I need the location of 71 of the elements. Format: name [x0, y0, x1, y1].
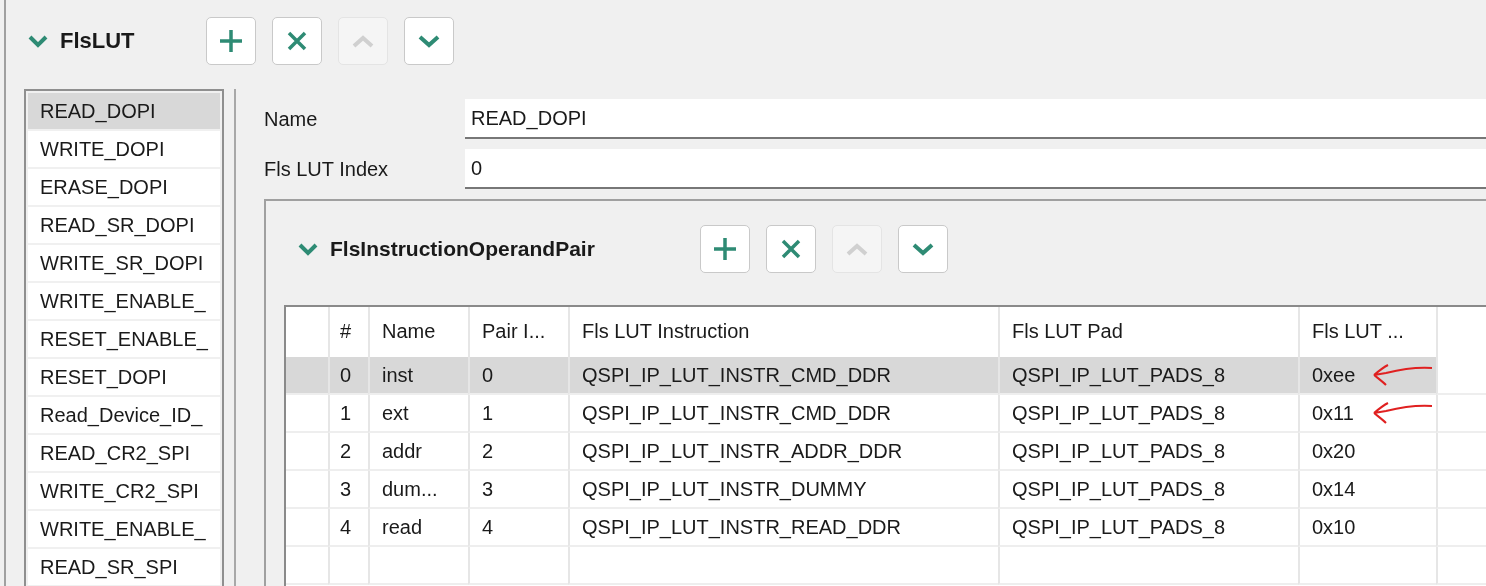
table-cell — [1436, 547, 1486, 585]
text-field[interactable]: 0 — [465, 149, 1486, 189]
table-cell: 4 — [328, 509, 368, 547]
chevron-down-icon — [912, 242, 934, 256]
chevron-up-icon — [352, 34, 374, 48]
table-cell: QSPI_IP_LUT_INSTR_ADDR_DDR — [568, 433, 998, 471]
close-icon — [781, 239, 801, 259]
table-cell: 4 — [468, 509, 568, 547]
list-item[interactable]: WRITE_ENABLE_ — [28, 511, 220, 547]
add-button[interactable] — [700, 225, 750, 273]
table-cell: 1 — [468, 395, 568, 433]
table-cell: QSPI_IP_LUT_INSTR_DUMMY — [568, 471, 998, 509]
table-cell: 2 — [328, 433, 368, 471]
table-cell: 0x11 — [1298, 395, 1436, 433]
remove-button[interactable] — [766, 225, 816, 273]
list-item[interactable]: WRITE_ENABLE_ — [28, 283, 220, 319]
table-cell: QSPI_IP_LUT_INSTR_CMD_DDR — [568, 357, 998, 395]
table-cell: QSPI_IP_LUT_PADS_8 — [998, 471, 1298, 509]
table-cell: addr — [368, 433, 468, 471]
list-item[interactable]: RESET_ENABLE_ — [28, 321, 220, 357]
table-cell: 0x14 — [1298, 471, 1436, 509]
table-cell: 2 — [468, 433, 568, 471]
table-cell: QSPI_IP_LUT_PADS_8 — [998, 395, 1298, 433]
list-item[interactable]: READ_SR_DOPI — [28, 207, 220, 243]
list-item[interactable]: READ_DOPI — [28, 93, 220, 129]
table-cell: QSPI_IP_LUT_INSTR_CMD_DDR — [568, 395, 998, 433]
table-cell: 3 — [328, 471, 368, 509]
field-label: Name — [264, 107, 319, 131]
table-cell — [1436, 471, 1486, 509]
table-cell: ext — [368, 395, 468, 433]
field-label: Fls LUT Index — [264, 157, 390, 181]
list-item[interactable]: RESET_DOPI — [28, 359, 220, 395]
down-button[interactable] — [898, 225, 948, 273]
list-item[interactable]: WRITE_SR_DOPI — [28, 245, 220, 281]
add-button[interactable] — [206, 17, 256, 65]
list-item[interactable]: ERASE_DOPI — [28, 169, 220, 205]
remove-button[interactable] — [272, 17, 322, 65]
close-icon — [287, 31, 307, 51]
table-cell: 0x10 — [1298, 509, 1436, 547]
chevron-up-icon — [846, 242, 868, 256]
chevron-down-icon[interactable] — [298, 242, 318, 256]
list-item[interactable]: WRITE_DOPI — [28, 131, 220, 167]
table-cell — [328, 547, 368, 585]
table-cell — [1436, 433, 1486, 471]
add-icon — [713, 237, 737, 261]
table-cell: 0 — [328, 357, 368, 395]
down-button[interactable] — [404, 17, 454, 65]
table-cell: 0x20 — [1298, 433, 1436, 471]
table-cell: 0 — [468, 357, 568, 395]
table-cell: QSPI_IP_LUT_PADS_8 — [998, 357, 1298, 395]
section-title: FlsLUT — [60, 28, 136, 54]
section-title: FlsInstructionOperandPair — [330, 237, 596, 261]
chevron-down-icon — [418, 34, 440, 48]
text-field[interactable]: READ_DOPI — [465, 99, 1486, 139]
table-cell: inst — [368, 357, 468, 395]
table-cell: QSPI_IP_LUT_PADS_8 — [998, 433, 1298, 471]
table-cell: 1 — [328, 395, 368, 433]
table-cell: 3 — [468, 471, 568, 509]
chevron-down-icon[interactable] — [28, 34, 48, 48]
table-cell — [1436, 395, 1486, 433]
add-icon — [219, 29, 243, 53]
table-cell: 0xee — [1298, 357, 1436, 395]
table-cell: QSPI_IP_LUT_PADS_8 — [998, 509, 1298, 547]
table-cell: read — [368, 509, 468, 547]
table-cell — [1436, 509, 1486, 547]
list-item[interactable]: READ_SR_SPI — [28, 549, 220, 585]
table-cell: dum... — [368, 471, 468, 509]
list-item[interactable]: WRITE_CR2_SPI — [28, 473, 220, 509]
list-item[interactable]: READ_CR2_SPI — [28, 435, 220, 471]
table-cell: QSPI_IP_LUT_INSTR_READ_DDR — [568, 509, 998, 547]
list-item[interactable]: Read_Device_ID_ — [28, 397, 220, 433]
